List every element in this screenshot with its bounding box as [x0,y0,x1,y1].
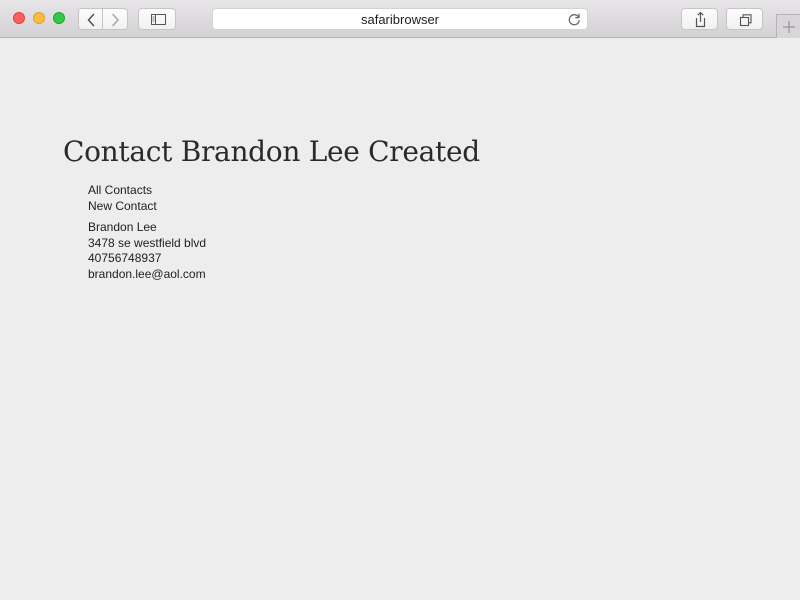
contact-name: Brandon Lee [88,220,157,234]
tab-overview-button[interactable] [726,8,763,30]
tabs-icon [739,14,752,27]
address-text: safaribrowser [360,12,440,27]
zoom-window-button[interactable] [53,12,65,24]
address-bar[interactable]: safaribrowser [212,8,588,30]
share-button[interactable] [681,8,718,30]
sidebar-icon [151,14,166,25]
sidebar-button[interactable] [138,8,176,30]
contact-nav: All Contacts New Contact [88,182,157,214]
minimize-window-button[interactable] [33,12,45,24]
page-title: Contact Brandon Lee Created [63,135,480,168]
contact-phone: 40756748937 [88,251,162,265]
chevron-right-icon [112,13,119,27]
contact-address: 3478 se westfield blvd [88,235,207,250]
new-tab-button[interactable] [776,14,800,38]
page-content: Contact Brandon Lee Created All Contacts… [0,38,800,600]
browser-window: safaribrowser Contact Brandon Lee Create… [0,0,800,600]
chevron-left-icon [87,13,95,27]
all-contacts-link[interactable]: All Contacts [88,182,157,198]
share-icon [695,11,706,28]
browser-toolbar: safaribrowser [0,0,800,38]
new-contact-link[interactable]: New Contact [88,198,157,214]
forward-button[interactable] [103,8,128,30]
back-button[interactable] [78,8,103,30]
plus-icon [783,21,795,33]
contact-details: Brandon Lee 3478 se westfield blvd 40756… [88,220,206,282]
reload-icon[interactable] [568,13,581,26]
contact-email: brandon.lee@aol.com [88,266,206,281]
close-window-button[interactable] [13,12,25,24]
